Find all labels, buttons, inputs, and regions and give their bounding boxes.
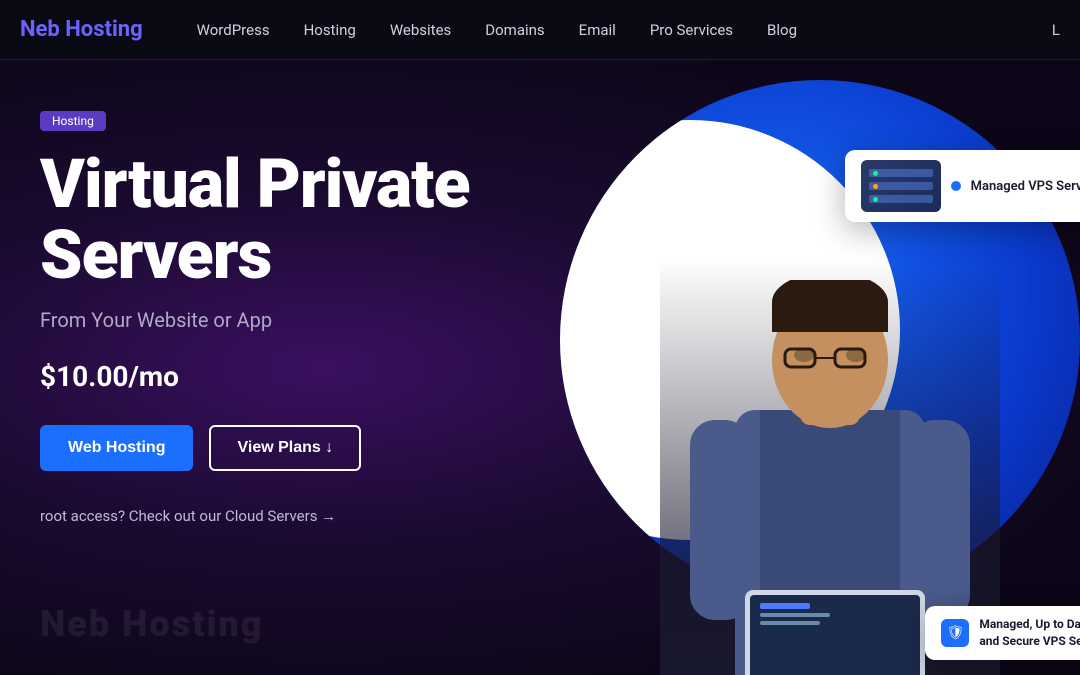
navigation: Neb Hosting WordPress Hosting Websites D… xyxy=(0,0,1080,60)
nav-item-pro-services[interactable]: Pro Services xyxy=(636,15,747,45)
nav-item-websites[interactable]: Websites xyxy=(376,15,465,45)
card-bottom-text: Managed, Up to Date, and Secure VPS Serv… xyxy=(979,616,1080,650)
nav-item-hosting[interactable]: Hosting xyxy=(290,15,370,45)
card-vps-server: Managed VPS Server xyxy=(845,150,1080,222)
hero-section: Hosting Virtual Private Servers From You… xyxy=(0,60,1080,675)
hero-buttons: Web Hosting View Plans ↓ xyxy=(40,425,560,471)
logo-text: Hosting xyxy=(60,17,143,42)
shield-icon: 🛡 xyxy=(941,619,969,647)
card-bottom-line1: Managed, Up to Date, xyxy=(979,616,1080,633)
status-dot xyxy=(951,181,961,191)
hero-title-line2: Servers xyxy=(40,215,271,295)
server-thumbnail xyxy=(861,160,941,212)
hero-price: $10.00/mo xyxy=(40,360,560,393)
nav-login[interactable]: L xyxy=(1052,21,1060,39)
nav-item-blog[interactable]: Blog xyxy=(753,15,811,45)
card-bottom-line2: and Secure VPS Server xyxy=(979,633,1080,650)
breadcrumb-badge: Hosting xyxy=(40,111,106,131)
btn-web-hosting[interactable]: Web Hosting xyxy=(40,425,193,471)
nav-items: WordPress Hosting Websites Domains Email… xyxy=(183,15,1052,45)
hero-subtitle: From Your Website or App xyxy=(40,308,560,332)
nav-item-wordpress[interactable]: WordPress xyxy=(183,15,284,45)
btn-view-plans[interactable]: View Plans ↓ xyxy=(209,425,361,471)
card-vps-label: Managed VPS Server xyxy=(971,179,1080,194)
nav-item-domains[interactable]: Domains xyxy=(471,15,558,45)
hero-cloud-link[interactable]: root access? Check out our Cloud Servers… xyxy=(40,507,560,525)
hero-visual: Managed VPS Server 🛡 Managed, Up to Date… xyxy=(500,60,1080,675)
nav-item-email[interactable]: Email xyxy=(565,15,630,45)
site-logo[interactable]: Neb Hosting xyxy=(20,17,143,42)
hero-title: Virtual Private Servers xyxy=(40,149,560,292)
watermark-text: Neb Hosting xyxy=(40,603,263,645)
card-managed-vps: 🛡 Managed, Up to Date, and Secure VPS Se… xyxy=(925,606,1080,660)
hero-title-line1: Virtual Private xyxy=(40,144,470,224)
logo-highlight: Neb xyxy=(20,17,60,42)
hero-content: Hosting Virtual Private Servers From You… xyxy=(40,110,560,525)
